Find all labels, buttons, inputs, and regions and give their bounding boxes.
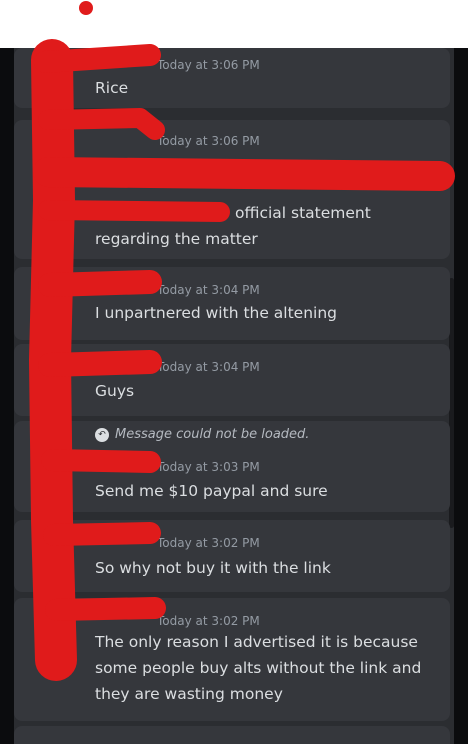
message-timestamp: Today at 3:02 PM [157, 536, 260, 550]
message-item[interactable]: Today at 3:06 PM official statement rega… [14, 120, 450, 259]
message-line: Send me $10 paypal and sure [95, 482, 328, 500]
message-timestamp: Today at 3:04 PM [157, 283, 260, 297]
message-line: The only reason I advertised it is becau… [95, 633, 418, 651]
message-line: official statement [235, 204, 371, 222]
message-item[interactable]: Today at 3:02 PM So why not buy it with … [14, 520, 450, 592]
reply-arrow-icon: ↶ [95, 427, 109, 442]
message-timestamp: Today at 3:02 PM [157, 614, 260, 628]
message-item-partial[interactable] [14, 726, 450, 744]
message-line: regarding the matter [95, 230, 258, 248]
reply-text: Message could not be loaded. [115, 427, 310, 442]
message-item[interactable]: ↶ Message could not be loaded. Today at … [14, 421, 450, 512]
message-text: Rice [95, 75, 128, 101]
message-text: The only reason I advertised it is becau… [95, 629, 421, 707]
chat-panel: Today at 3:06 PM Rice Today at 3:06 PM o… [14, 48, 454, 744]
message-line: I unpartnered with the altening [95, 304, 338, 322]
message-line: some people buy alts without the link an… [95, 659, 422, 677]
screenshot-frame: Today at 3:06 PM Rice Today at 3:06 PM o… [0, 48, 468, 744]
message-item[interactable]: Today at 3:02 PM The only reason I adver… [14, 598, 450, 721]
message-line: they are wasting money [95, 685, 283, 703]
reply-reference[interactable]: ↶ Message could not be loaded. [95, 427, 309, 442]
message-text: Guys [95, 378, 134, 404]
top-white-area [0, 0, 468, 48]
message-timestamp: Today at 3:06 PM [157, 58, 260, 72]
message-text: official statement regarding the matter [95, 200, 371, 252]
red-dot-mark [79, 1, 93, 15]
message-item[interactable]: Today at 3:04 PM I unpartnered with the … [14, 267, 450, 340]
message-timestamp: Today at 3:04 PM [157, 360, 260, 374]
message-text: Send me $10 paypal and sure [95, 478, 328, 504]
message-item[interactable]: Today at 3:04 PM Guys [14, 344, 450, 416]
message-item[interactable]: Today at 3:06 PM Rice [14, 48, 450, 108]
message-text: I unpartnered with the altening [95, 300, 337, 326]
message-text: So why not buy it with the link [95, 555, 331, 581]
message-line: Guys [95, 382, 135, 400]
message-line: So why not buy it with the link [95, 559, 331, 577]
message-timestamp: Today at 3:06 PM [157, 134, 260, 148]
message-line: Rice [95, 79, 129, 97]
message-timestamp: Today at 3:03 PM [157, 460, 260, 474]
